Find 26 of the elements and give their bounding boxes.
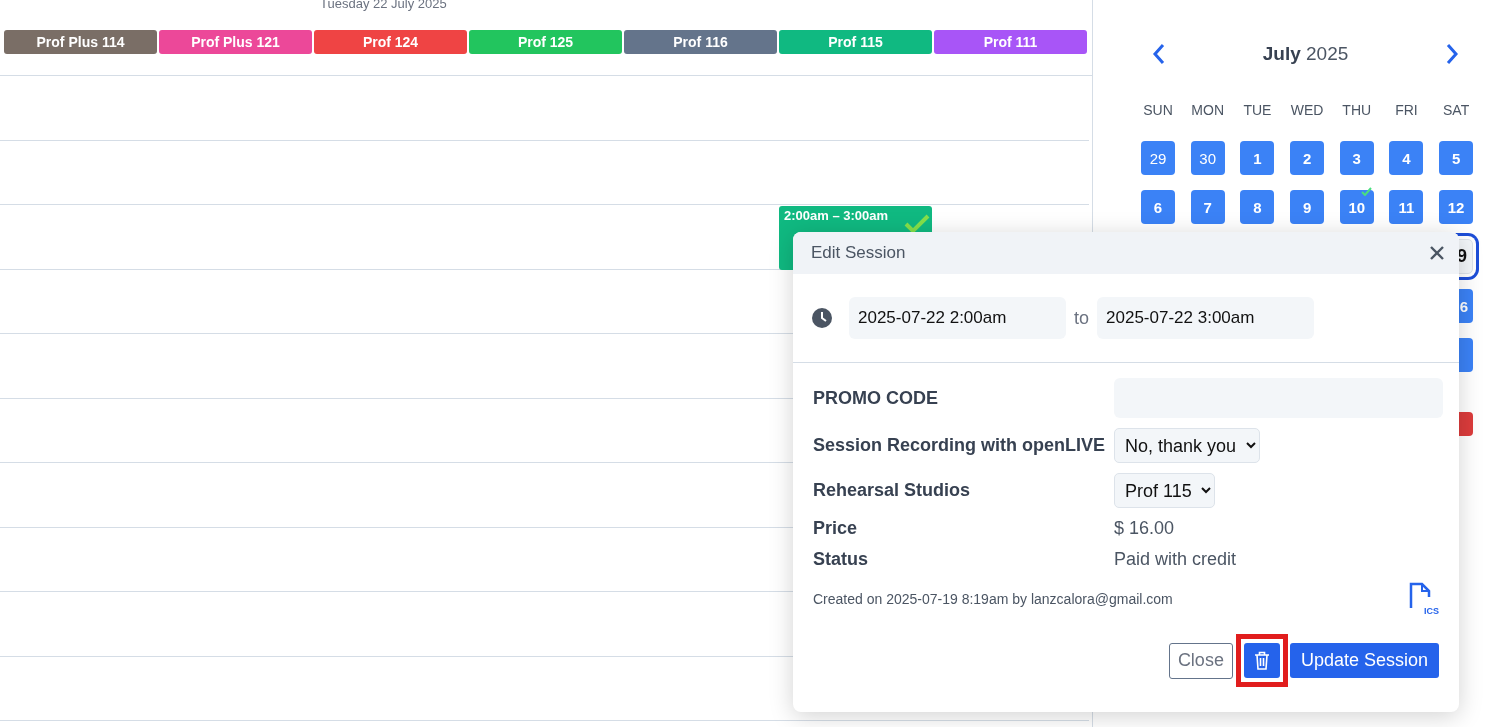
created-info: Created on 2025-07-19 8:19am by lanzcalora@gmail.com <box>813 591 1173 607</box>
field-value: Paid with credit <box>1114 549 1238 570</box>
resource-header: Prof 111 <box>934 30 1087 54</box>
resource-header: Prof 115 <box>779 30 932 54</box>
separator-text: to <box>1074 307 1089 329</box>
field-label: Status <box>813 549 869 570</box>
weekday-label: SAT <box>1443 102 1470 118</box>
weekday-label: MON <box>1191 102 1224 118</box>
resource-header: Prof 116 <box>624 30 777 54</box>
resource-header: Prof Plus 121 <box>159 30 312 54</box>
weekday-label: TUE <box>1243 102 1272 118</box>
month-title: July 2025 <box>1262 43 1349 65</box>
resource-header: Prof Plus 114 <box>4 30 157 54</box>
weekday-label: THU <box>1342 102 1372 118</box>
dialog-title: Edit Session <box>811 243 906 263</box>
field-label: PROMO CODE <box>813 387 939 409</box>
resource-header: Prof 124 <box>314 30 467 54</box>
weekday-label: SUN <box>1143 102 1173 118</box>
field-label: Price <box>813 518 859 539</box>
weekday-label: FRI <box>1395 102 1418 118</box>
field-label: Rehearsal Studios <box>813 480 972 501</box>
field-value: $ 16.00 <box>1114 518 1176 539</box>
weekday-label: WED <box>1290 102 1324 118</box>
field-label: Session Recording with openLIVE <box>813 435 1107 456</box>
resource-header: Prof 125 <box>469 30 622 54</box>
event-time: 2:00am – 3:00am <box>784 208 889 223</box>
